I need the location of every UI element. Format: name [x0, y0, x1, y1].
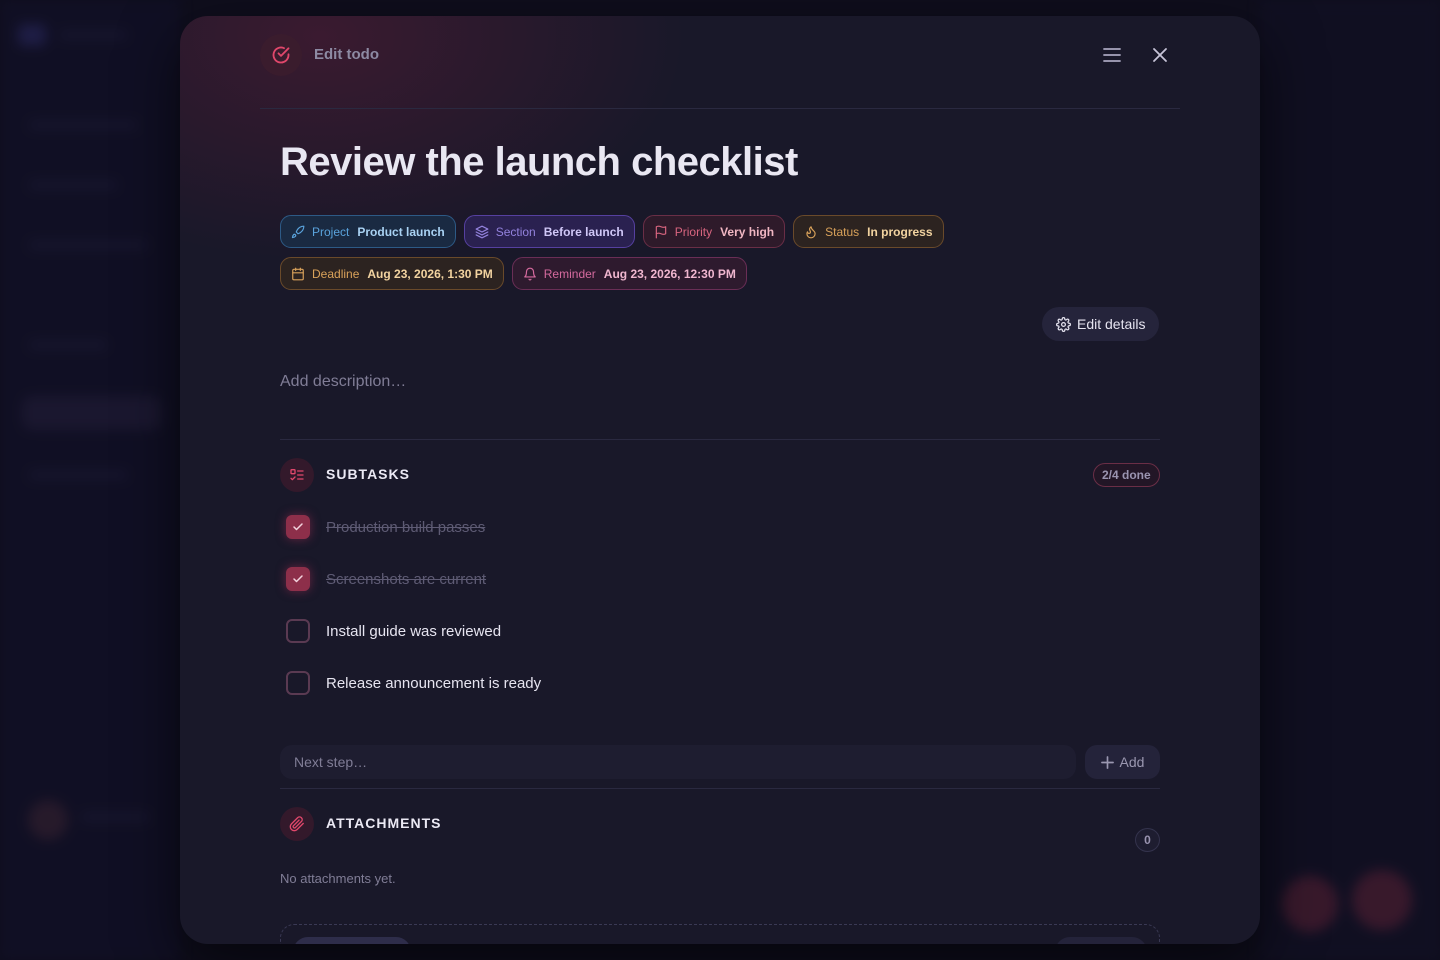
- project-chip[interactable]: Project Product launch: [280, 215, 456, 248]
- todo-title[interactable]: Review the launch checklist: [280, 140, 798, 185]
- background-logo: [18, 24, 46, 46]
- subtasks-count-badge: 2/4 done: [1093, 463, 1160, 487]
- flag-icon: [655, 225, 666, 238]
- chip-value: Aug 23, 2026, 12:30 PM: [603, 266, 736, 281]
- subtask-text: Install guide was reviewed: [326, 622, 502, 640]
- check-circle-icon: [260, 34, 302, 76]
- description-input[interactable]: [280, 362, 1160, 402]
- subtask-text: Release announcement is ready: [326, 674, 542, 692]
- chip-label: Reminder: [543, 266, 596, 281]
- chip-value: In progress: [867, 224, 933, 239]
- flame-icon: [806, 225, 816, 238]
- status-chip[interactable]: Status In progress: [793, 215, 944, 248]
- background-avatar: [28, 800, 68, 840]
- subtask-item[interactable]: Screenshots are current: [286, 567, 486, 591]
- chip-value: Very high: [720, 224, 775, 239]
- chip-row: Deadline Aug 23, 2026, 1:30 PM Reminder …: [280, 257, 1160, 290]
- bell-icon: [523, 267, 536, 280]
- close-icon[interactable]: [1147, 42, 1173, 68]
- browse-button[interactable]: [1055, 937, 1147, 944]
- gear-icon: [1056, 316, 1071, 332]
- subtask-checkbox[interactable]: [286, 567, 310, 591]
- calendar-icon: [292, 267, 304, 280]
- layers-icon: [475, 225, 489, 238]
- background-fab: [1282, 876, 1338, 932]
- background-right-panel: [1260, 0, 1440, 960]
- subtask-text: Production build passes: [326, 518, 486, 536]
- chip-value: Aug 23, 2026, 1:30 PM: [367, 266, 493, 281]
- subtask-item[interactable]: Production build passes: [286, 515, 485, 539]
- attachments-title: ATTACHMENTS: [326, 815, 442, 831]
- attachments-count-badge: 0: [1135, 828, 1160, 852]
- modal-title: Edit todo: [314, 46, 379, 63]
- subtasks-title: SUBTASKS: [326, 466, 410, 482]
- background-line: [28, 340, 108, 350]
- chip-label: Deadline: [312, 266, 360, 281]
- add-subtask-button[interactable]: Add: [1085, 745, 1160, 779]
- check-icon: [293, 575, 303, 583]
- background-line: [28, 120, 138, 130]
- attachment-dropzone[interactable]: [280, 924, 1160, 944]
- next-step-input[interactable]: [280, 745, 1076, 779]
- subtask-text: Screenshots are current: [326, 570, 487, 588]
- divider: [280, 788, 1160, 789]
- chip-label: Project: [312, 224, 350, 239]
- chip-label: Status: [825, 224, 860, 239]
- chip-row: Project Product launch Section Before la…: [280, 215, 1160, 248]
- checklist-icon: [280, 458, 314, 492]
- modal-header: Edit todo: [260, 34, 1180, 109]
- deadline-chip[interactable]: Deadline Aug 23, 2026, 1:30 PM: [280, 257, 504, 290]
- rocket-icon: [291, 225, 305, 238]
- background-line: [28, 470, 128, 480]
- edit-todo-modal: Edit todo Review the launch checklist Pr…: [180, 16, 1260, 944]
- background-sidebar: [0, 0, 180, 960]
- plus-icon: [1100, 755, 1114, 769]
- chip-value: Product launch: [357, 224, 445, 239]
- edit-details-label: Edit details: [1077, 316, 1146, 332]
- subtask-checkbox[interactable]: [286, 671, 310, 695]
- reminder-chip[interactable]: Reminder Aug 23, 2026, 12:30 PM: [511, 257, 747, 290]
- upload-button[interactable]: [293, 937, 411, 944]
- subtask-item[interactable]: Release announcement is ready: [286, 671, 541, 695]
- background-line: [28, 180, 118, 190]
- priority-chip[interactable]: Priority Very high: [642, 215, 786, 248]
- background-active-item: [22, 396, 162, 430]
- background-line: [80, 812, 150, 822]
- add-label: Add: [1119, 754, 1145, 770]
- background-line: [28, 240, 148, 250]
- chip-label: Priority: [674, 224, 713, 239]
- chip-label: Section: [495, 224, 536, 239]
- menu-icon[interactable]: [1099, 42, 1125, 68]
- check-icon: [293, 523, 303, 531]
- attachments-empty-text: No attachments yet.: [280, 871, 396, 886]
- subtask-checkbox[interactable]: [286, 515, 310, 539]
- paperclip-icon: [280, 807, 314, 841]
- background-fab: [1352, 870, 1412, 930]
- subtask-checkbox[interactable]: [286, 619, 310, 643]
- divider: [280, 439, 1160, 440]
- subtask-item[interactable]: Install guide was reviewed: [286, 619, 501, 643]
- metadata-chips: Project Product launch Section Before la…: [280, 215, 1160, 299]
- edit-details-button[interactable]: Edit details: [1042, 307, 1160, 341]
- section-chip[interactable]: Section Before launch: [463, 215, 635, 248]
- chip-value: Before launch: [543, 224, 624, 239]
- background-line: [58, 30, 128, 40]
